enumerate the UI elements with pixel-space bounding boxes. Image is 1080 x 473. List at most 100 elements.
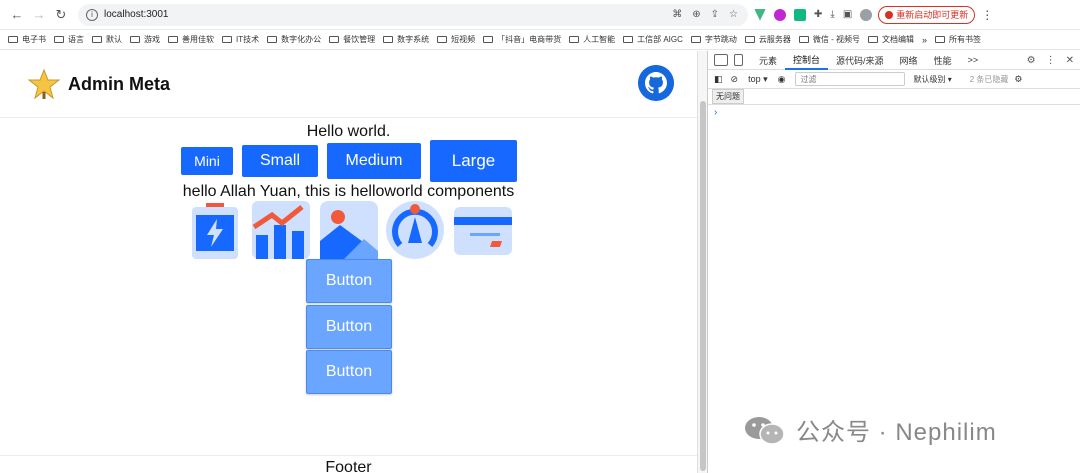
folder-icon xyxy=(868,36,878,43)
bookmark-folder[interactable]: 字节跳动 xyxy=(690,34,737,45)
bookmark-folder[interactable]: 文档编辑 xyxy=(868,34,914,45)
close-devtools-icon[interactable]: ✕ xyxy=(1066,55,1074,66)
url-text: localhost:3001 xyxy=(104,9,169,20)
tab-performance[interactable]: 性能 xyxy=(926,51,960,70)
bookmarks-overflow-button[interactable]: » xyxy=(922,35,927,45)
bookmark-label: 数字系统 xyxy=(397,35,430,44)
bookmark-folder[interactable]: 电子书 xyxy=(8,34,46,45)
extension-green-icon[interactable] xyxy=(794,8,806,21)
scrollbar-thumb[interactable] xyxy=(700,101,706,471)
browser-menu-icon[interactable]: ⋮ xyxy=(981,8,993,22)
button-1[interactable]: Button xyxy=(306,259,392,303)
download-icon[interactable]: ⤓ xyxy=(830,9,834,20)
update-alert-icon xyxy=(885,10,894,19)
bookmark-folder[interactable]: 人工智能 xyxy=(569,34,615,45)
folder-icon xyxy=(437,36,448,43)
share-icon[interactable]: ⇪ xyxy=(711,9,719,20)
bookmark-folder[interactable]: 善用佳软 xyxy=(168,34,214,45)
inspect-element-icon[interactable] xyxy=(714,54,728,66)
small-button[interactable]: Small xyxy=(242,145,318,177)
bookmark-label: 所有书签 xyxy=(949,35,982,44)
device-toolbar-icon[interactable] xyxy=(734,54,743,66)
bookmark-label: 微信 - 视频号 xyxy=(812,35,860,44)
log-level-value: 默认级别 xyxy=(913,74,946,84)
context-value: top xyxy=(748,73,761,84)
bookmark-folder[interactable]: 短视频 xyxy=(437,34,475,45)
button-2[interactable]: Button xyxy=(306,305,392,349)
bookmark-folder[interactable]: 数字化办公 xyxy=(267,34,321,45)
bookmark-folder[interactable]: 「抖音」电商带货 xyxy=(483,34,561,45)
folder-icon xyxy=(329,36,340,43)
translate-icon[interactable]: ⌘ xyxy=(672,9,682,20)
button-3[interactable]: Button xyxy=(306,350,392,394)
forward-icon[interactable]: → xyxy=(28,4,50,26)
console-settings-icon[interactable]: ⚙ xyxy=(1014,74,1022,85)
large-button[interactable]: Large xyxy=(430,140,517,182)
live-expression-eye-icon[interactable]: ◉ xyxy=(778,74,786,85)
issues-badge[interactable]: 无问题 xyxy=(712,89,744,104)
all-bookmarks-folder[interactable]: 所有书签 xyxy=(935,34,981,45)
devtools-panel: 元素 控制台 源代码/来源 网络 性能 >> ⚙ ⋮ ✕ ◧ ⊘ top ▾ ◉… xyxy=(707,51,1080,473)
credit-card-icon xyxy=(454,207,512,255)
clear-console-icon[interactable]: ⊘ xyxy=(731,74,739,85)
folder-icon xyxy=(744,36,755,43)
medium-button[interactable]: Medium xyxy=(327,143,421,179)
folder-icon xyxy=(130,36,140,43)
sidebar-icon[interactable]: ▣ xyxy=(843,9,852,20)
watermark: 公众号 · Nephilim xyxy=(744,412,997,447)
more-tabs-icon[interactable]: >> xyxy=(960,51,987,70)
bookmark-folder[interactable]: 游戏 xyxy=(130,34,160,45)
bookmark-folder[interactable]: 语言 xyxy=(54,34,84,45)
bookmark-label: 「抖音」电商带货 xyxy=(497,35,562,44)
back-icon[interactable]: ← xyxy=(6,4,28,26)
greeting-text: hello Allah Yuan, this is helloworld com… xyxy=(182,183,515,200)
bookmark-label: 电子书 xyxy=(22,35,46,44)
bookmark-folder[interactable]: 工信部 AIGC xyxy=(623,34,683,45)
devtools-menu-icon[interactable]: ⋮ xyxy=(1046,55,1056,66)
console-prompt[interactable]: › xyxy=(708,107,1080,118)
console-toolbar: ◧ ⊘ top ▾ ◉ 过滤 默认级别 ▾ 2 条已隐藏 ⚙ xyxy=(708,70,1080,89)
console-filter-input[interactable]: 过滤 xyxy=(795,72,906,86)
tab-console[interactable]: 控制台 xyxy=(785,51,829,70)
vue-devtools-icon[interactable] xyxy=(754,8,766,21)
extension-purple-icon[interactable] xyxy=(774,8,786,21)
tab-elements[interactable]: 元素 xyxy=(751,51,785,70)
folder-icon xyxy=(623,36,634,43)
extensions-puzzle-icon[interactable]: ✚ xyxy=(814,9,822,20)
profile-avatar-icon[interactable] xyxy=(860,8,873,21)
tab-network[interactable]: 网络 xyxy=(892,51,926,70)
folder-icon xyxy=(222,36,232,43)
address-bar[interactable]: i localhost:3001 ⌘ ⊕ ⇪ ☆ xyxy=(78,3,748,26)
bookmark-star-icon[interactable]: ☆ xyxy=(729,9,738,20)
bookmark-label: 云服务器 xyxy=(758,35,791,44)
sidebar-toggle-icon[interactable]: ◧ xyxy=(714,74,723,85)
wechat-logo-icon xyxy=(745,416,785,445)
github-icon[interactable] xyxy=(638,65,674,101)
reload-icon[interactable]: ↻ xyxy=(50,4,72,26)
bookmark-label: 文档编辑 xyxy=(882,35,914,44)
settings-gear-icon[interactable]: ⚙ xyxy=(1027,55,1036,66)
bookmark-folder[interactable]: 数字系统 xyxy=(383,34,429,45)
folder-icon xyxy=(569,36,580,43)
page-scrollbar[interactable] xyxy=(697,51,707,473)
tab-sources[interactable]: 源代码/来源 xyxy=(828,51,892,70)
restart-update-button[interactable]: 重新启动即可更新 xyxy=(878,5,976,24)
bookmark-folder[interactable]: 餐饮管理 xyxy=(329,34,375,45)
bookmark-folder[interactable]: 微信 - 视频号 xyxy=(798,34,860,45)
site-info-icon[interactable]: i xyxy=(86,8,98,21)
folder-icon xyxy=(267,36,278,43)
mini-button[interactable]: Mini xyxy=(181,147,233,175)
folder-icon xyxy=(168,36,178,43)
context-select[interactable]: top ▾ xyxy=(748,74,768,85)
page-viewport: Admin Meta Hello world. Mini Small Mediu… xyxy=(0,51,700,473)
bookmark-label: 默认 xyxy=(106,35,122,44)
zoom-icon[interactable]: ⊕ xyxy=(692,9,700,20)
bookmark-label: IT技术 xyxy=(236,35,260,44)
bookmark-folder[interactable]: IT技术 xyxy=(222,34,259,45)
bookmark-label: 游戏 xyxy=(144,35,160,44)
bookmark-folder[interactable]: 云服务器 xyxy=(744,34,791,45)
bookmark-folder[interactable]: 默认 xyxy=(92,34,122,45)
devtools-tabs: 元素 控制台 源代码/来源 网络 性能 >> ⚙ ⋮ ✕ xyxy=(708,51,1080,70)
log-level-select[interactable]: 默认级别 ▾ xyxy=(913,74,951,85)
hidden-count: 2 条已隐藏 xyxy=(969,74,1009,84)
